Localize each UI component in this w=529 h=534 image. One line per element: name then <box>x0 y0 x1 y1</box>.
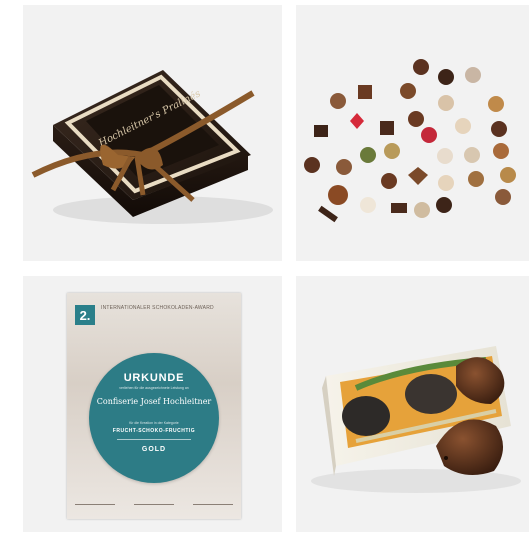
hedgehog-box-image <box>311 346 521 493</box>
pralines-image <box>304 59 516 223</box>
signature-line <box>193 504 233 511</box>
certificate-header: INTERNATIONALER SCHOKOLADEN-AWARD <box>101 305 214 311</box>
product-tile-chocolate-hedgehog[interactable] <box>296 276 529 532</box>
signature-line <box>134 504 174 511</box>
certificate-rank: 2. <box>75 305 95 325</box>
certificate-recipient: Confiserie Josef Hochleitner <box>96 397 212 406</box>
certificate-badge: URKUNDE verliehen für die ausgezeichnete… <box>89 353 219 483</box>
certificate-category-intro: für die Kreation in der Kategorie <box>129 421 179 425</box>
signature-line <box>75 504 115 511</box>
certificate-signatures <box>75 504 233 511</box>
certificate-subtitle: verliehen für die ausgezeichnete Leistun… <box>119 386 189 390</box>
certificate-divider <box>117 439 191 440</box>
product-tile-certificate[interactable]: 2. INTERNATIONALER SCHOKOLADEN-AWARD URK… <box>23 276 282 532</box>
certificate: 2. INTERNATIONALER SCHOKOLADEN-AWARD URK… <box>67 293 241 519</box>
product-tile-gift-box[interactable]: Hochleitner's Pralinés <box>23 5 282 261</box>
gift-box-image: Hochleitner's Pralinés <box>31 70 273 224</box>
certificate-category: FRUCHT-SCHOKO-FRUCHTIG <box>112 428 196 434</box>
certificate-award: GOLD <box>141 446 167 453</box>
product-tile-praline-assortment[interactable] <box>296 5 529 261</box>
praline-group <box>304 59 516 223</box>
certificate-title: URKUNDE <box>123 372 185 384</box>
